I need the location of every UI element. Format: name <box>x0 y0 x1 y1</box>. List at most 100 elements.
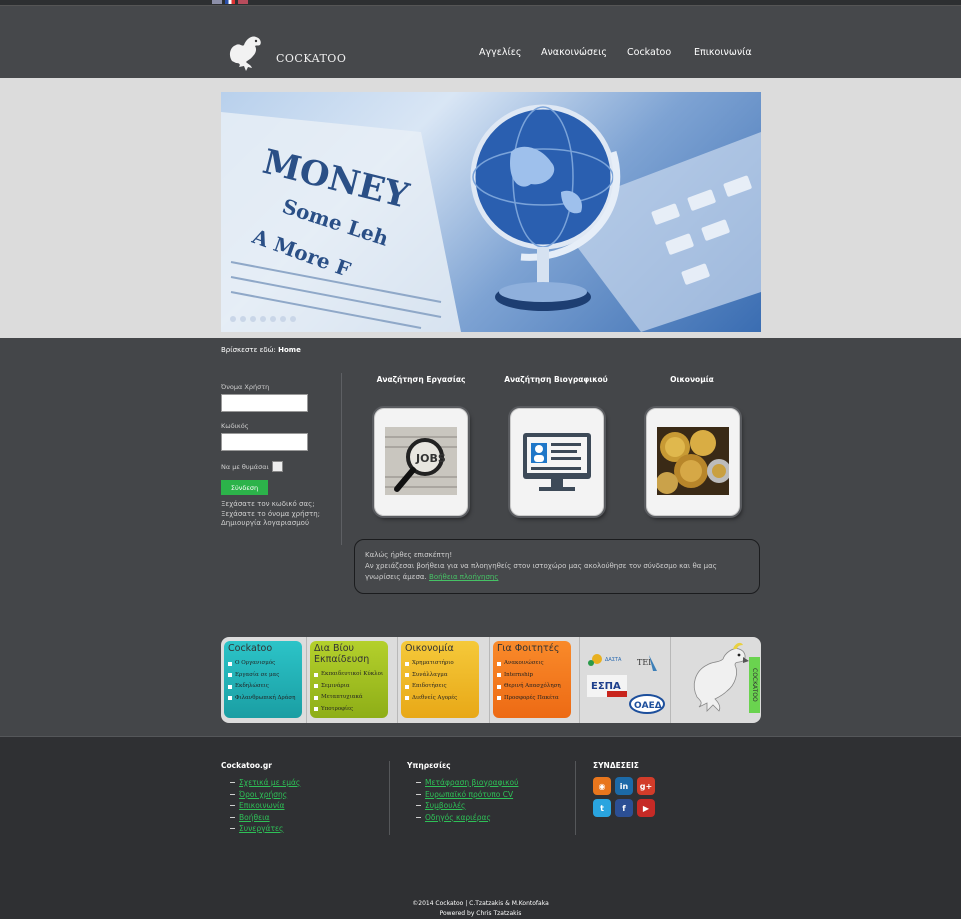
card-link[interactable]: Ο Οργανισμός <box>228 658 298 670</box>
forgot-password-link[interactable]: Ξεχάσατε τον κωδικό σας; <box>221 500 331 510</box>
forgot-username-link[interactable]: Ξεχάσατε το όνομα χρήστη; <box>221 510 331 520</box>
card-link[interactable]: Εκδηλώσεις <box>228 681 298 693</box>
card-link[interactable]: Χρηματιστήριο <box>405 658 475 670</box>
nav-item-anakoinwseis[interactable]: Ανακοινώσεις <box>541 47 607 58</box>
footer-link[interactable]: Συνεργάτες <box>230 823 300 835</box>
card-link[interactable]: Θερινή Απασχόληση <box>497 681 567 693</box>
googleplus-icon[interactable]: g+ <box>637 777 655 795</box>
welcome-text: Αν χρειάζεσαι βοήθεια για να πλοηγηθείς … <box>365 561 749 583</box>
username-input[interactable] <box>221 394 308 412</box>
card-link[interactable]: Υποτροφίες <box>314 704 384 716</box>
banner-divider <box>489 637 490 723</box>
card-economy[interactable]: Οικονομία Χρηματιστήριο Συνάλλαγμα Επιδο… <box>401 641 479 718</box>
card-link[interactable]: Εκπαιδευτικοί Κύκλοι <box>314 669 384 681</box>
login-form: Όνομα Χρήστη Κωδικός Να με θυμάσαι Σύνδε… <box>221 383 331 529</box>
card-link[interactable]: Εργασία σε μας <box>228 670 298 682</box>
tile-cv-search[interactable] <box>510 408 604 516</box>
card-link[interactable]: Σεμινάρια <box>314 681 384 693</box>
welcome-body: Αν χρειάζεσαι βοήθεια για να πλοηγηθείς … <box>365 562 717 581</box>
card-title: Για Φοιτητές <box>497 643 560 654</box>
breadcrumb-prefix: Βρίσκεστε εδώ: <box>221 346 276 354</box>
svg-text:JOBS: JOBS <box>415 452 446 465</box>
card-link[interactable]: Ανακοινώσεις <box>497 658 567 670</box>
card-link[interactable]: Μεταπτυχιακά <box>314 692 384 704</box>
banner-divider <box>579 637 580 723</box>
navigation-help-link[interactable]: Βοήθεια πλοήγησης <box>429 573 498 581</box>
footer-heading: ΣΥΝΔΕΣΕΙΣ <box>593 761 639 770</box>
slider-dot[interactable] <box>260 316 266 322</box>
password-label: Κωδικός <box>221 422 249 430</box>
footer-link[interactable]: Οδηγός καριέρας <box>416 812 518 824</box>
partner-oaed: ΟΑΕΔ <box>634 701 662 711</box>
jobs-magnifier-icon: JOBS <box>385 427 457 495</box>
category-banner: Cockatoo Ο Οργανισμός Εργασία σε μας Εκδ… <box>221 637 761 723</box>
footer-link[interactable]: Ευρωπαϊκό πρότυπο CV <box>416 789 518 801</box>
tei-logo-icon: ΤΕΙ <box>637 655 657 671</box>
card-students[interactable]: Για Φοιτητές Ανακοινώσεις Internship Θερ… <box>493 641 571 718</box>
remember-checkbox[interactable] <box>271 461 283 472</box>
flag-icon-en[interactable] <box>238 0 248 4</box>
footer-link[interactable]: Επικοινωνία <box>230 800 300 812</box>
hero-slide-image[interactable]: MONEY Some Leh A More F <box>221 92 761 332</box>
nav-item-cockatoo[interactable]: Cockatoo <box>627 47 671 58</box>
footer-link[interactable]: Μετάφραση βιογραφικού <box>416 777 518 789</box>
copyright: ©2014 Cockatoo | C.Tzatzakis & M.Kontofa… <box>0 899 961 919</box>
breadcrumb: Βρίσκεστε εδώ: Home <box>221 346 301 354</box>
partner-espa: ΕΣΠΑ <box>591 681 621 692</box>
banner-divider <box>306 637 307 723</box>
card-link[interactable]: Προσφορές Πακέτα <box>497 693 567 705</box>
footer-link[interactable]: Βοήθεια <box>230 812 300 824</box>
welcome-greeting: Καλώς ήρθες επισκέπτη! <box>365 551 453 559</box>
footer-link[interactable]: Όροι χρήσης <box>230 789 300 801</box>
card-link[interactable]: Επιδοτήσεις <box>405 681 475 693</box>
footer-col-cockatoo: Cockatoo.gr Σχετικά με εμάς Όροι χρήσης … <box>221 761 300 835</box>
cockatoo-side-label[interactable]: COCKATOO <box>749 657 760 713</box>
card-cockatoo[interactable]: Cockatoo Ο Οργανισμός Εργασία σε μας Εκδ… <box>224 641 302 718</box>
espa-logo-icon: ΕΣΠΑ <box>587 675 627 697</box>
breadcrumb-current[interactable]: Home <box>278 346 301 354</box>
tile-job-search[interactable]: JOBS <box>374 408 468 516</box>
banner-divider <box>670 637 671 723</box>
facebook-icon[interactable]: f <box>615 799 633 817</box>
slider-dot[interactable] <box>270 316 276 322</box>
card-link[interactable]: Συνάλλαγμα <box>405 670 475 682</box>
card-link[interactable]: Διεθνείς Αγορές <box>405 693 475 705</box>
tile-title-cv-search: Αναζήτηση Βιογραφικού <box>504 375 608 384</box>
footer-divider <box>575 761 576 835</box>
card-lifelong-learning[interactable]: Δια Βίου Εκπαίδευση Εκπαιδευτικοί Κύκλοι… <box>310 641 388 718</box>
slider-dot[interactable] <box>250 316 256 322</box>
twitter-icon[interactable]: t <box>593 799 611 817</box>
nav-item-aggelies[interactable]: Αγγελίες <box>479 47 521 58</box>
cockatoo-bird-icon[interactable] <box>681 641 759 719</box>
youtube-icon[interactable]: ▶ <box>637 799 655 817</box>
slider-dot[interactable] <box>230 316 236 322</box>
tile-economy[interactable] <box>646 408 740 516</box>
partner-logos[interactable]: ΔΑΣΤΑ ΤΕΙ ΕΣΠΑ ΟΑΕΔ <box>583 647 667 717</box>
nav-item-epikoinwnia[interactable]: Επικοινωνία <box>694 47 752 58</box>
rss-icon[interactable]: ◉ <box>593 777 611 795</box>
footer-link[interactable]: Συμβουλές <box>416 800 518 812</box>
flag-icon-fr[interactable] <box>225 0 235 4</box>
slider-dot[interactable] <box>290 316 296 322</box>
dasta-logo-icon: ΔΑΣΤΑ <box>588 654 622 666</box>
card-link[interactable]: Φιλανθρωπική Δράση <box>228 693 298 705</box>
tile-title-job-search: Αναζήτηση Εργασίας <box>376 375 466 384</box>
money-globe-illustration: MONEY Some Leh A More F <box>221 104 761 332</box>
flag-icon-1[interactable] <box>212 0 222 4</box>
card-link[interactable]: Internship <box>497 670 567 682</box>
login-button[interactable]: Σύνδεση <box>221 480 268 495</box>
linkedin-icon[interactable]: in <box>615 777 633 795</box>
username-label: Όνομα Χρήστη <box>221 383 270 391</box>
site-footer: Cockatoo.gr Σχετικά με εμάς Όροι χρήσης … <box>0 736 961 919</box>
slider-dot[interactable] <box>240 316 246 322</box>
footer-link[interactable]: Σχετικά με εμάς <box>230 777 300 789</box>
site-header: COCKATOO Αγγελίες Ανακοινώσεις Cockatoo … <box>0 6 961 78</box>
footer-heading: Υπηρεσίες <box>407 761 451 770</box>
language-flags <box>212 0 248 4</box>
oaed-logo-icon: ΟΑΕΔ <box>629 694 665 714</box>
create-account-link[interactable]: Δημιουργία λογαριασμού <box>221 519 331 529</box>
card-title: Cockatoo <box>228 643 273 654</box>
password-input[interactable] <box>221 433 308 451</box>
slider-dot[interactable] <box>280 316 286 322</box>
footer-col-connections: ΣΥΝΔΕΣΕΙΣ ◉ in g+ t f ▶ <box>593 761 655 817</box>
